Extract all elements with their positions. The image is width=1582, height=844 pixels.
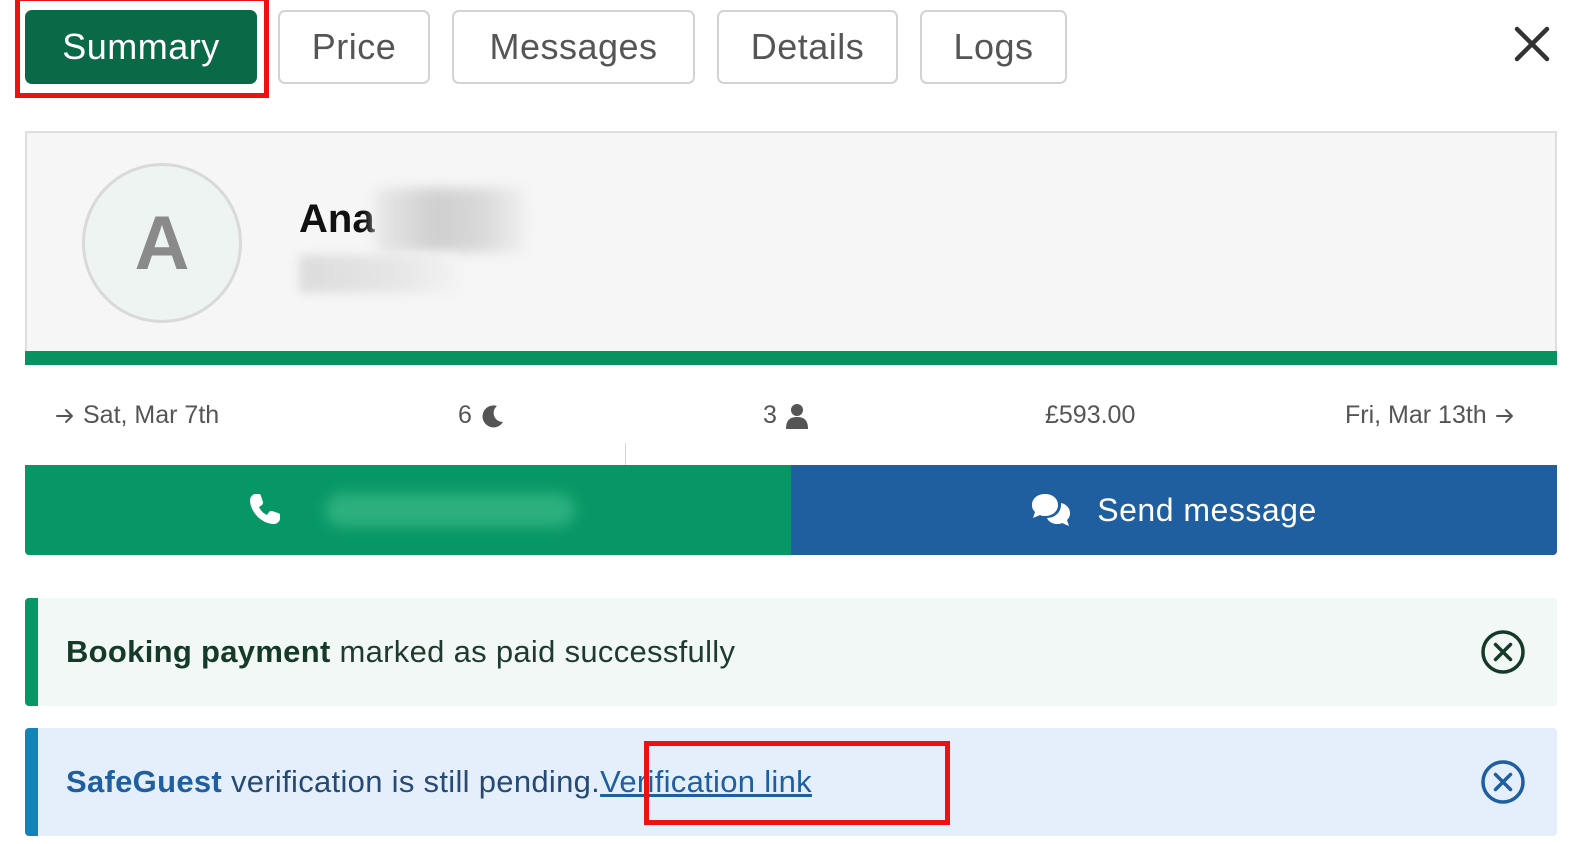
check-in-label: Sat, Mar 7th (83, 401, 220, 429)
guests-count: 3 (763, 401, 809, 430)
check-out-date: Fri, Mar 13th (1345, 401, 1515, 430)
close-circle-icon[interactable] (1479, 628, 1527, 676)
close-circle-icon[interactable] (1479, 758, 1527, 806)
tab-logs[interactable]: Logs (920, 10, 1067, 84)
verification-alert-bold: SafeGuest (66, 764, 223, 799)
verification-alert-text: SafeGuest verification is still pending.… (66, 764, 812, 800)
reservation-card: A Ana Sat, Mar 7th 6 3 £593.00 Fri, Mar … (25, 131, 1557, 466)
person-icon (785, 403, 808, 429)
close-button[interactable] (1510, 22, 1554, 66)
send-message-button[interactable]: Send message (791, 465, 1557, 555)
moon-icon (482, 404, 503, 427)
call-button[interactable] (25, 465, 791, 555)
tab-details[interactable]: Details (717, 10, 898, 84)
payment-alert-message: marked as paid successfully (330, 634, 736, 669)
tab-price[interactable]: Price (278, 10, 430, 84)
check-out-label: Fri, Mar 13th (1345, 401, 1487, 429)
nights-value: 6 (458, 401, 472, 429)
status-bar (25, 351, 1557, 365)
booking-summary-row: Sat, Mar 7th 6 3 £593.00 Fri, Mar 13th (25, 365, 1557, 465)
tab-messages[interactable]: Messages (452, 10, 695, 84)
payment-success-alert: Booking payment marked as paid successfu… (25, 598, 1557, 706)
payment-alert-bold: Booking payment (66, 634, 331, 669)
redacted-subtitle (299, 255, 459, 293)
send-message-label: Send message (1097, 491, 1317, 528)
redacted-phone-number (325, 493, 575, 527)
tab-summary[interactable]: Summary (25, 10, 257, 84)
price-value: £593.00 (1045, 401, 1136, 429)
arrow-right-icon (56, 408, 73, 423)
verification-link[interactable]: Verification link (600, 764, 812, 799)
avatar: A (82, 163, 242, 323)
verification-alert-message: verification is still pending. (222, 764, 601, 799)
guests-value: 3 (763, 401, 777, 429)
guest-name: Ana (299, 197, 375, 241)
arrow-right-icon (1495, 408, 1513, 423)
check-in-date: Sat, Mar 7th (55, 401, 219, 430)
payment-alert-text: Booking payment marked as paid successfu… (66, 634, 735, 670)
nights-count: 6 (458, 401, 506, 430)
redacted-surname (375, 188, 525, 252)
phone-icon (250, 494, 280, 524)
chat-bubbles-icon (1032, 494, 1071, 526)
divider (625, 443, 626, 465)
close-icon (1514, 26, 1550, 62)
verification-pending-alert: SafeGuest verification is still pending.… (25, 728, 1557, 836)
total-price: £593.00 (1045, 401, 1135, 430)
